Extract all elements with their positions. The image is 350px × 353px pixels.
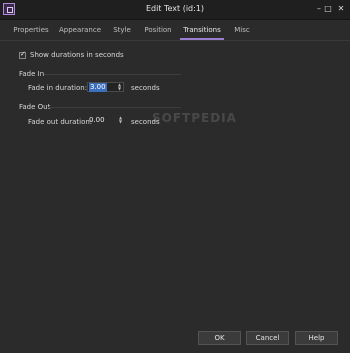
fade-out-duration-value[interactable]: 0.00	[88, 116, 106, 125]
tab-appearance[interactable]: Appearance	[58, 21, 102, 39]
fade-out-duration-label: Fade out duration:	[28, 118, 93, 126]
tab-style[interactable]: Style	[110, 21, 134, 39]
fade-out-group-title: Fade Out	[19, 103, 51, 111]
fade-out-divider	[48, 107, 181, 108]
fade-in-duration-spinbox[interactable]: 3.00 ▲ ▼	[87, 82, 124, 92]
spin-arrows-icon[interactable]: ▲ ▼	[118, 116, 123, 124]
fade-out-duration-spinbox[interactable]: 0.00 ▲ ▼	[87, 116, 124, 126]
tab-transitions[interactable]: Transitions	[180, 21, 224, 40]
fade-in-unit: seconds	[131, 84, 160, 92]
tab-misc[interactable]: Misc	[231, 21, 253, 39]
fade-in-divider	[44, 74, 181, 75]
show-durations-label: Show durations in seconds	[30, 51, 124, 59]
maximize-button[interactable]: □	[322, 3, 334, 15]
ok-button[interactable]: OK	[198, 331, 241, 345]
fade-in-duration-value[interactable]: 3.00	[89, 83, 107, 92]
tab-bar: Properties Appearance Style Position Tra…	[0, 21, 350, 40]
fade-in-duration-label: Fade in duration:	[28, 84, 88, 92]
watermark: SOFTPEDIA	[152, 111, 237, 125]
close-button[interactable]: ✕	[335, 3, 347, 15]
tab-position[interactable]: Position	[142, 21, 174, 39]
help-button[interactable]: Help	[295, 331, 338, 345]
title-bar: Edit Text (id:1) – □ ✕	[0, 0, 350, 20]
fade-in-group-title: Fade In	[19, 70, 45, 78]
tab-divider	[0, 40, 350, 41]
cancel-button[interactable]: Cancel	[246, 331, 289, 345]
tab-properties[interactable]: Properties	[12, 21, 50, 39]
show-durations-checkbox[interactable]	[19, 50, 26, 59]
spin-arrows-icon[interactable]: ▲ ▼	[117, 83, 122, 91]
window-title: Edit Text (id:1)	[145, 4, 205, 13]
